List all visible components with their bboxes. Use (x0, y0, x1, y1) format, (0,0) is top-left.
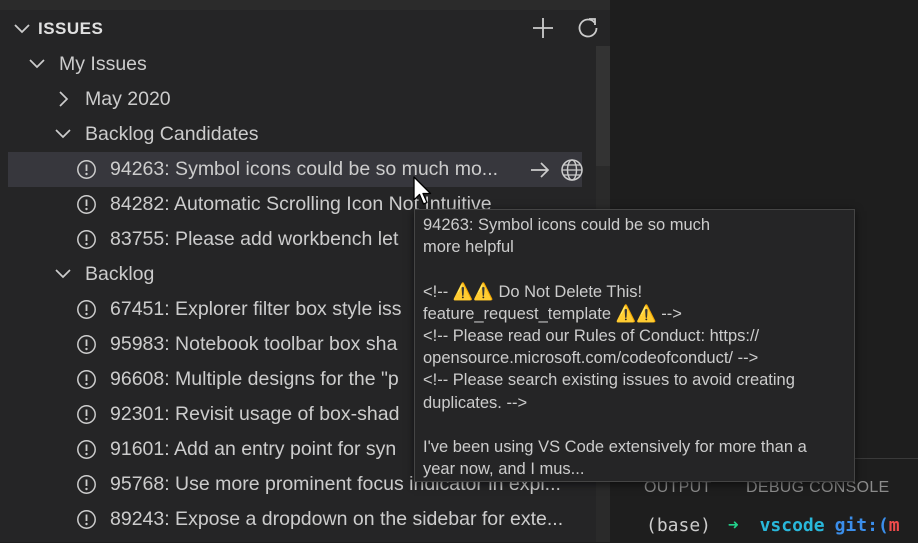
issue-title: 94263: Symbol icons could be so much mo.… (110, 158, 499, 180)
issue-opened-icon (77, 300, 96, 319)
issue-title: 67451: Explorer filter box style iss (110, 298, 402, 320)
tooltip-line: <!-- Please read our Rules of Conduct: h… (423, 326, 760, 345)
group-label: Backlog Candidates (85, 123, 259, 145)
tooltip-line: <!-- Please search existing issues to av… (423, 371, 795, 390)
chevron-down-icon[interactable] (12, 19, 32, 39)
issue-opened-icon (77, 335, 96, 354)
issue-title: 92301: Revisit usage of box-shad (110, 403, 400, 425)
issue-title: 83755: Please add workbench let (110, 228, 399, 250)
terminal-branch: m (888, 515, 900, 536)
terminal-dir: vscode (759, 515, 825, 536)
globe-icon[interactable] (560, 158, 584, 182)
tooltip-line: duplicates. --> (423, 393, 528, 412)
sidebar-top-divider (0, 0, 610, 10)
issue-title: 96608: Multiple designs for the "p (110, 368, 399, 390)
tooltip-line: year now, and I mus... (423, 460, 585, 479)
plus-icon[interactable] (530, 15, 556, 41)
group-label: Backlog (85, 263, 155, 285)
tooltip-line: 94263: Symbol icons could be so much (423, 216, 711, 234)
group-backlog-candidates[interactable]: Backlog Candidates (0, 117, 596, 152)
group-may-2020[interactable]: May 2020 (0, 82, 596, 117)
tooltip-line: more helpful (423, 238, 514, 257)
tooltip-line: feature_request_template ⚠️⚠️ --> (423, 304, 682, 323)
terminal-arrow: ➜ (727, 515, 739, 536)
issue-opened-icon (77, 370, 96, 389)
issue-title: 89243: Expose a dropdown on the sidebar … (110, 508, 564, 530)
issue-opened-icon (77, 475, 96, 494)
chevron-right-icon[interactable] (54, 90, 72, 108)
issue-title: 91601: Add an entry point for syn (110, 438, 397, 460)
issue-opened-icon (77, 195, 96, 214)
issue-row[interactable]: 89243: Expose a dropdown on the sidebar … (0, 502, 596, 537)
issue-row-selected[interactable]: 94263: Symbol icons could be so much mo.… (8, 152, 584, 187)
issue-opened-icon (77, 510, 96, 529)
tooltip-line: opensource.microsoft.com/codeofconduct/ … (423, 349, 759, 368)
refresh-icon[interactable] (575, 15, 601, 41)
terminal-git: git:( (834, 515, 889, 536)
issue-opened-icon (77, 230, 96, 249)
issue-opened-icon (77, 160, 96, 179)
tooltip-line: <!-- ⚠️⚠️ Do Not Delete This! (423, 282, 643, 301)
issue-opened-icon (77, 405, 96, 424)
group-label: May 2020 (85, 88, 171, 110)
issues-section-header[interactable]: ISSUES (0, 11, 610, 45)
mouse-cursor-icon (413, 176, 432, 205)
chevron-down-icon[interactable] (54, 125, 72, 143)
query-my-issues[interactable]: My Issues (0, 47, 596, 82)
tooltip-line (423, 414, 846, 436)
issue-opened-icon (77, 440, 96, 459)
issue-title: 95983: Notebook toolbar box sha (110, 333, 398, 355)
arrow-right-icon[interactable] (528, 158, 552, 182)
terminal-env: (base) (646, 515, 712, 536)
query-label: My Issues (59, 53, 147, 75)
section-title: ISSUES (38, 19, 104, 38)
tooltip-line: I've been using VS Code extensively for … (423, 437, 807, 456)
chevron-down-icon[interactable] (54, 265, 72, 283)
issue-hover-tooltip: 94263: Symbol icons could be so much mor… (414, 209, 855, 482)
scrollbar-thumb[interactable] (596, 46, 610, 166)
chevron-down-icon[interactable] (28, 55, 46, 73)
terminal-line[interactable]: (base) ➜ vscode git:(m (646, 515, 900, 536)
tooltip-line (423, 258, 846, 280)
